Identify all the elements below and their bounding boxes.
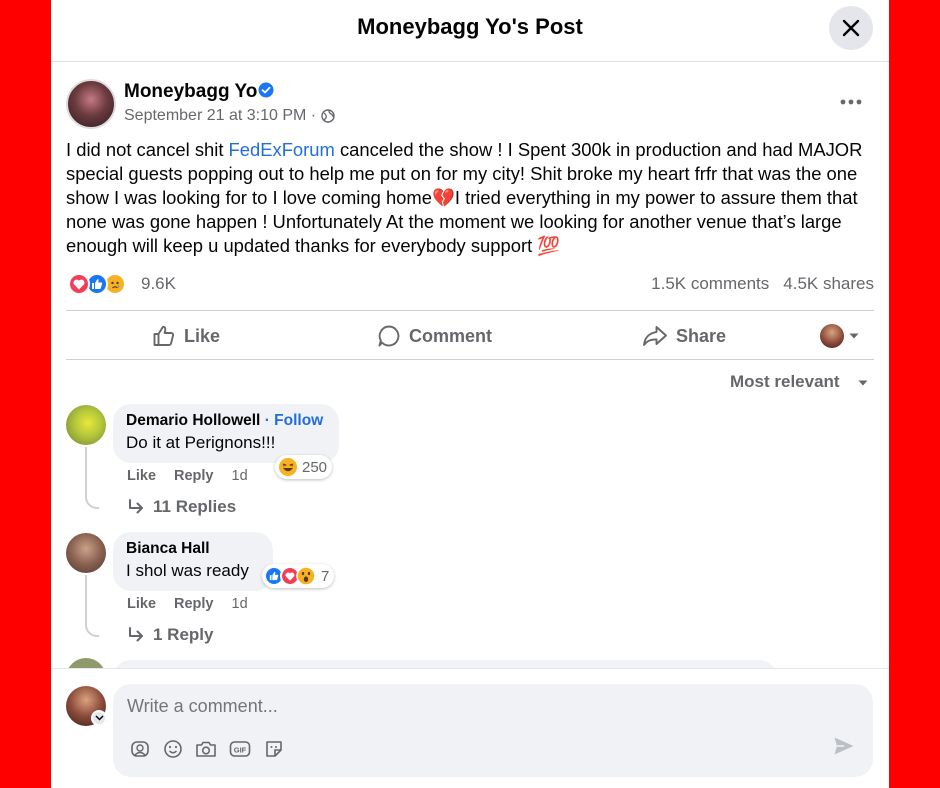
replies-count: 11 Replies: [153, 497, 237, 516]
gif-button[interactable]: GIF: [229, 738, 251, 760]
comment-reaction-badge[interactable]: 7: [262, 564, 335, 588]
reactions-summary: 9.6K 1.5K comments 4.5K shares: [66, 272, 874, 296]
shares-count[interactable]: 4.5K shares: [783, 274, 874, 293]
chevron-down-icon: [94, 715, 104, 721]
replies-count: 1 Reply: [153, 625, 214, 644]
gif-icon: GIF: [229, 741, 251, 757]
comment-reaction-badge[interactable]: 250: [275, 455, 333, 479]
reply-arrow-icon: [129, 499, 143, 514]
comment-sort-button[interactable]: Most relevant: [730, 372, 840, 392]
post-action-bar: Like Comment Share: [66, 310, 874, 360]
post-dialog: Moneybagg Yo's Post Moneybagg Yo Septemb…: [51, 0, 889, 788]
comment-reaction-count: 250: [302, 458, 328, 476]
like-icon: [153, 325, 175, 346]
comments-count[interactable]: 1.5K comments: [651, 274, 769, 293]
comment-input-box[interactable]: GIF: [113, 684, 873, 777]
comment-time[interactable]: 1d: [232, 468, 248, 484]
react-as-selector[interactable]: [820, 322, 864, 350]
profile-switch-button[interactable]: [91, 710, 107, 726]
hundred-emoji: 💯: [537, 235, 561, 256]
photo-button[interactable]: [195, 738, 217, 760]
sort-caret-down-icon[interactable]: [857, 379, 869, 387]
commenter-name: Demario Hollowell · Follow: [126, 412, 326, 430]
like-label: Like: [184, 325, 221, 346]
wow-reaction-icon: [296, 566, 316, 586]
svg-text:GIF: GIF: [234, 746, 247, 755]
avatar-sticker-button[interactable]: [129, 738, 151, 760]
comment-reaction-count: 7: [321, 567, 330, 585]
emoji-button[interactable]: [162, 738, 184, 760]
reaction-count[interactable]: 9.6K: [141, 274, 176, 294]
close-button[interactable]: [829, 6, 873, 50]
dialog-title: Moneybagg Yo's Post: [357, 14, 583, 39]
close-icon: [842, 19, 860, 37]
comment-icon: [378, 325, 400, 347]
verified-icon: [258, 82, 274, 98]
view-replies-button[interactable]: 1 Reply: [127, 625, 213, 645]
comment-bubble: Bianca Hall I shol was ready: [113, 532, 273, 591]
comment-button[interactable]: Comment: [377, 323, 492, 349]
reply-thread-line: [85, 575, 99, 637]
more-icon: [840, 99, 862, 105]
laugh-reaction-icon: [279, 458, 297, 476]
comment-actions: Like Reply 1d: [127, 468, 266, 484]
follow-link[interactable]: · Follow: [265, 412, 324, 429]
share-button[interactable]: Share: [642, 323, 726, 349]
love-reaction-icon: [68, 273, 90, 295]
dialog-header: Moneybagg Yo's Post: [51, 0, 889, 62]
post-timestamp[interactable]: September 21 at 3:10 PM ·: [124, 107, 316, 125]
comment-text: Do it at Perignons!!!: [126, 433, 276, 452]
camera-icon: [196, 741, 216, 757]
comment-like-button[interactable]: Like: [127, 468, 156, 484]
like-button[interactable]: Like: [152, 323, 220, 349]
comment-time[interactable]: 1d: [232, 596, 248, 612]
commenter-name-text[interactable]: Demario Hollowell: [126, 412, 260, 429]
sticker-icon: [266, 741, 282, 757]
comment-label: Comment: [409, 325, 493, 346]
share-icon: [643, 326, 667, 346]
send-button[interactable]: [833, 736, 855, 761]
comment-text: I shol was ready: [126, 561, 249, 580]
avatar-sticker-icon: [131, 741, 149, 757]
reply-arrow-icon: [129, 627, 143, 642]
caret-down-icon: [849, 333, 859, 339]
send-icon: [834, 737, 854, 755]
view-replies-button[interactable]: 11 Replies: [127, 497, 236, 517]
post-text: I did not cancel shit FedExForum cancele…: [66, 138, 876, 258]
comment-reply-button[interactable]: Reply: [174, 596, 214, 612]
share-label: Share: [676, 325, 727, 346]
comment-reply-button[interactable]: Reply: [174, 468, 214, 484]
reply-thread-line: [85, 447, 99, 509]
comment-like-button[interactable]: Like: [127, 596, 156, 612]
fedexforum-link[interactable]: FedExForum: [229, 139, 335, 160]
comment-composer: GIF: [51, 668, 889, 788]
comment-input[interactable]: [127, 696, 727, 717]
author-name[interactable]: Moneybagg Yo: [124, 81, 257, 103]
emoji-icon: [164, 740, 182, 758]
engagement-counts: 1.5K comments 4.5K shares: [637, 274, 874, 294]
post-text-intro: I did not cancel shit: [66, 139, 229, 160]
author-avatar[interactable]: [66, 79, 116, 129]
comment-actions: Like Reply 1d: [127, 596, 266, 612]
commenter-avatar[interactable]: [66, 533, 106, 573]
commenter-avatar[interactable]: [66, 405, 106, 445]
more-options-button[interactable]: [837, 88, 865, 116]
globe-icon: [321, 109, 335, 123]
viewer-avatar: [820, 324, 844, 348]
commenter-name[interactable]: Bianca Hall: [126, 540, 260, 558]
broken-heart-emoji: 💔: [431, 187, 455, 208]
sticker-button[interactable]: [263, 738, 285, 760]
